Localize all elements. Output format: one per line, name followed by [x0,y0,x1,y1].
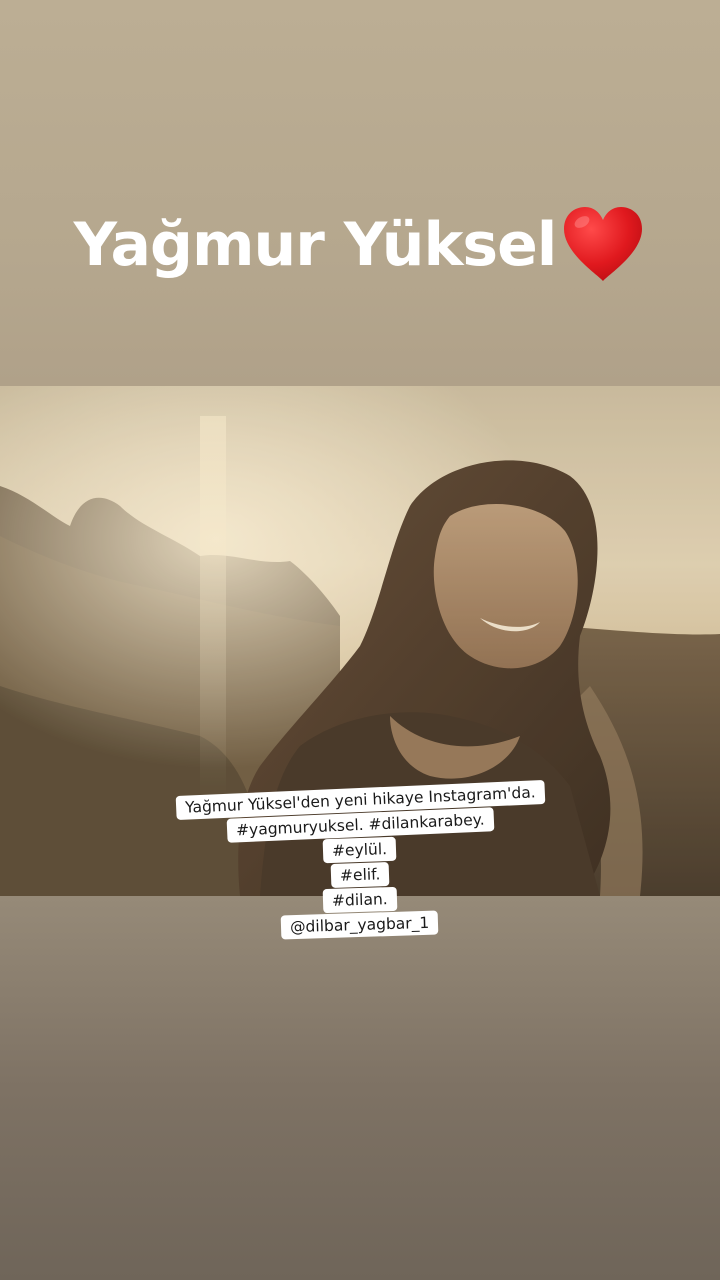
story-title: Yağmur Yüksel [0,200,720,290]
red-heart-icon [560,205,646,285]
story-screen: Yağmur Yüksel Yağmur Yüksel'den yeni hik… [0,0,720,1280]
caption-mention[interactable]: @dilbar_yagbar_1 [281,910,439,940]
caption-hashtag[interactable]: #eylül. [323,836,397,864]
caption-hashtag[interactable]: #elif. [330,861,390,889]
story-title-text: Yağmur Yüksel [73,210,558,280]
caption-hashtag[interactable]: #dilan. [322,886,398,914]
story-caption: Yağmur Yüksel'den yeni hikaye Instagram'… [0,779,720,940]
